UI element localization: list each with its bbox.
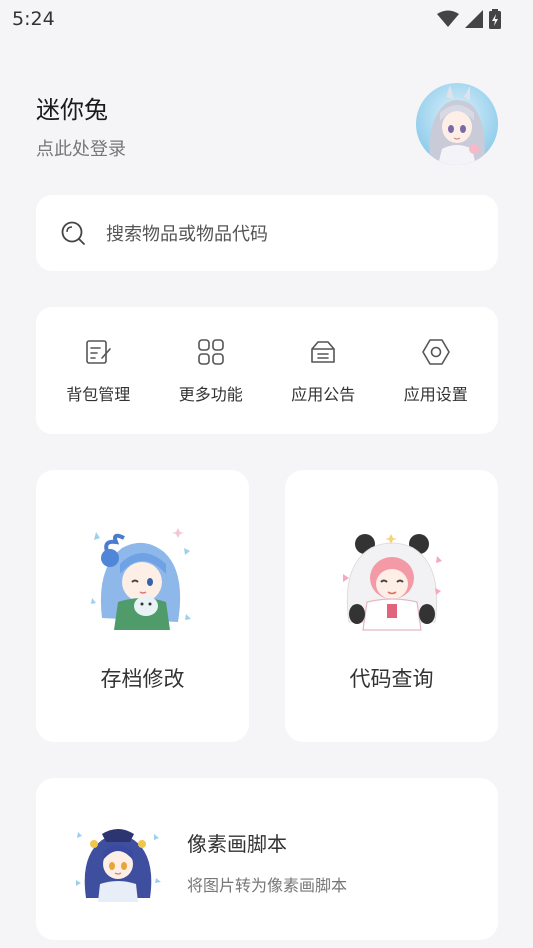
avatar[interactable]	[416, 83, 498, 165]
grid-icon	[197, 338, 224, 365]
func-label: 应用设置	[403, 384, 468, 404]
search-bar[interactable]: 搜索物品或物品代码	[36, 195, 498, 271]
login-prompt[interactable]: 点此处登录	[36, 135, 126, 161]
edit-doc-icon	[86, 339, 112, 364]
function-panel: 背包管理 更多功能 应用公告 应用设置	[36, 307, 498, 434]
search-placeholder: 搜索物品或物品代码	[106, 224, 268, 245]
profile-section[interactable]: 迷你兔 点此处登录	[36, 83, 498, 168]
func-more-button[interactable]: 更多功能	[161, 337, 261, 405]
search-icon	[61, 221, 85, 245]
card-title: 代码查询	[349, 667, 434, 691]
func-announcement-button[interactable]: 应用公告	[273, 337, 373, 405]
func-inventory-button[interactable]: 背包管理	[48, 337, 148, 405]
script-card-title: 像素画脚本	[187, 832, 287, 856]
battery-icon	[489, 9, 501, 29]
func-label: 应用公告	[291, 384, 356, 404]
panda-girl-chibi-illustration	[343, 534, 442, 631]
hexagon-settings-icon	[421, 338, 450, 365]
status-icons	[437, 9, 501, 29]
inbox-icon	[311, 340, 336, 363]
func-label: 背包管理	[66, 384, 131, 404]
code-lookup-card[interactable]: 代码查询	[285, 470, 498, 742]
dark-hair-chibi-illustration	[76, 829, 161, 902]
cell-signal-icon	[465, 10, 483, 28]
func-settings-button[interactable]: 应用设置	[386, 337, 486, 405]
blue-hair-chibi-illustration	[91, 528, 191, 630]
wifi-icon	[437, 10, 459, 27]
status-time: 5:24	[12, 8, 55, 30]
profile-name: 迷你兔	[36, 96, 108, 124]
func-label: 更多功能	[178, 384, 243, 404]
card-title: 存档修改	[100, 667, 185, 691]
save-edit-card[interactable]: 存档修改	[36, 470, 249, 742]
pixel-script-card[interactable]: 像素画脚本 将图片转为像素画脚本	[36, 778, 498, 940]
status-bar: 5:24	[0, 0, 533, 38]
script-card-subtitle: 将图片转为像素画脚本	[187, 876, 348, 895]
